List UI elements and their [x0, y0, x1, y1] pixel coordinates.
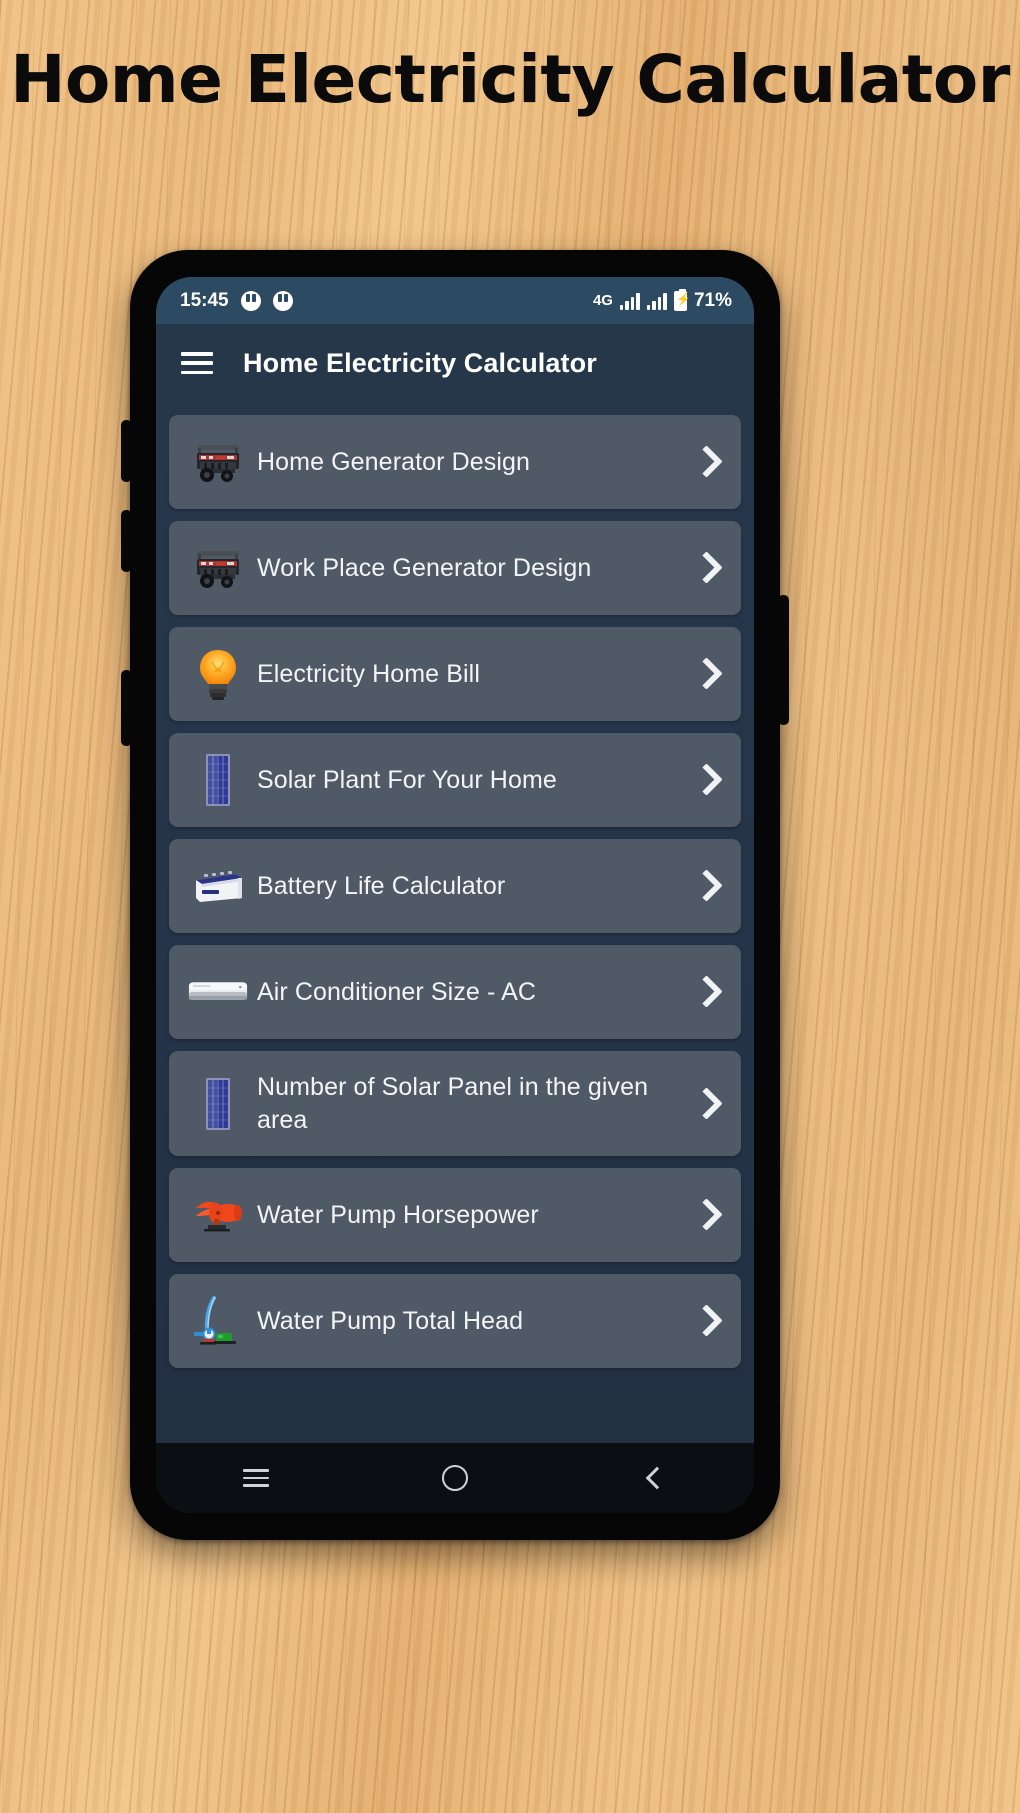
status-bar-right: 4G 71%	[592, 288, 732, 312]
home-circle-icon[interactable]	[420, 1455, 490, 1501]
status-bar: 15:45 4G 71%	[156, 277, 754, 324]
volume-down-button[interactable]	[121, 510, 132, 572]
app-bar-title: Home Electricity Calculator	[243, 347, 597, 378]
status-bar-left: 15:45	[180, 290, 293, 312]
recent-apps-icon[interactable]	[221, 1455, 291, 1501]
list-item-label: Water Pump Horsepower	[257, 1200, 539, 1229]
network-type-label: 4G	[592, 292, 613, 309]
list-item-label: Battery Life Calculator	[257, 871, 506, 900]
list-item-water-pump-horsepower[interactable]: Water Pump Horsepower	[169, 1168, 741, 1262]
list-item-battery-life-calculator[interactable]: Battery Life Calculator	[169, 839, 741, 933]
list-item-home-generator-design[interactable]: Home Generator Design	[169, 415, 741, 509]
power-button[interactable]	[778, 595, 789, 725]
list-item-water-pump-total-head[interactable]: Water Pump Total Head	[169, 1274, 741, 1368]
water-pump-icon	[187, 1185, 249, 1245]
notification-dot-icon	[272, 290, 293, 311]
signal-bars-icon	[646, 292, 667, 310]
list-item-label: Solar Plant For Your Home	[257, 765, 557, 794]
list-item-air-conditioner-size[interactable]: Air Conditioner Size - AC	[169, 945, 741, 1039]
back-arrow-icon[interactable]	[619, 1455, 689, 1501]
battery-charging-icon	[673, 288, 691, 311]
chevron-right-icon[interactable]	[689, 1084, 723, 1124]
generator-icon	[187, 432, 249, 492]
generator-icon	[187, 538, 249, 598]
list-item-label: Number of Solar Panel in the given area	[257, 1072, 649, 1134]
chevron-right-icon[interactable]	[689, 1301, 723, 1341]
list-item-label: Water Pump Total Head	[257, 1306, 524, 1335]
water-pipe-icon	[187, 1291, 249, 1351]
light-bulb-icon	[187, 644, 249, 704]
battery-percent-label: 71%	[693, 289, 732, 311]
air-conditioner-icon	[187, 962, 249, 1022]
solar-panel-icon	[187, 1074, 249, 1134]
status-clock: 15:45	[180, 289, 229, 311]
phone-screen: 15:45 4G 71% Home Electricity Calculator	[156, 277, 754, 1513]
notification-dot-icon	[240, 290, 261, 311]
signal-bars-icon	[619, 292, 640, 310]
app-bar: Home Electricity Calculator	[156, 324, 754, 402]
assistant-button[interactable]	[121, 670, 132, 746]
page-title: Home Electricity Calculator	[10, 41, 1010, 118]
android-navigation-bar	[156, 1443, 754, 1513]
chevron-right-icon[interactable]	[689, 654, 723, 694]
list-item-electricity-home-bill[interactable]: Electricity Home Bill	[169, 627, 741, 721]
battery-box-icon	[187, 856, 249, 916]
calculator-list: Home Generator Design Work Place Generat…	[156, 402, 754, 1513]
chevron-right-icon[interactable]	[689, 866, 723, 906]
list-item-label: Work Place Generator Design	[257, 553, 592, 582]
list-item-number-of-solar-panel[interactable]: Number of Solar Panel in the given area	[169, 1051, 741, 1156]
list-item-label: Electricity Home Bill	[257, 659, 480, 688]
volume-up-button[interactable]	[121, 420, 132, 482]
chevron-right-icon[interactable]	[689, 548, 723, 588]
chevron-right-icon[interactable]	[689, 972, 723, 1012]
list-item-solar-plant-for-your-home[interactable]: Solar Plant For Your Home	[169, 733, 741, 827]
list-item-work-place-generator-design[interactable]: Work Place Generator Design	[169, 521, 741, 615]
hamburger-menu-icon[interactable]	[181, 352, 213, 374]
list-item-label: Air Conditioner Size - AC	[257, 977, 537, 1006]
chevron-right-icon[interactable]	[689, 1195, 723, 1235]
phone-frame: 15:45 4G 71% Home Electricity Calculator	[121, 250, 789, 1540]
solar-panel-icon	[187, 750, 249, 810]
chevron-right-icon[interactable]	[689, 760, 723, 800]
chevron-right-icon[interactable]	[689, 442, 723, 482]
list-item-label: Home Generator Design	[257, 447, 531, 476]
